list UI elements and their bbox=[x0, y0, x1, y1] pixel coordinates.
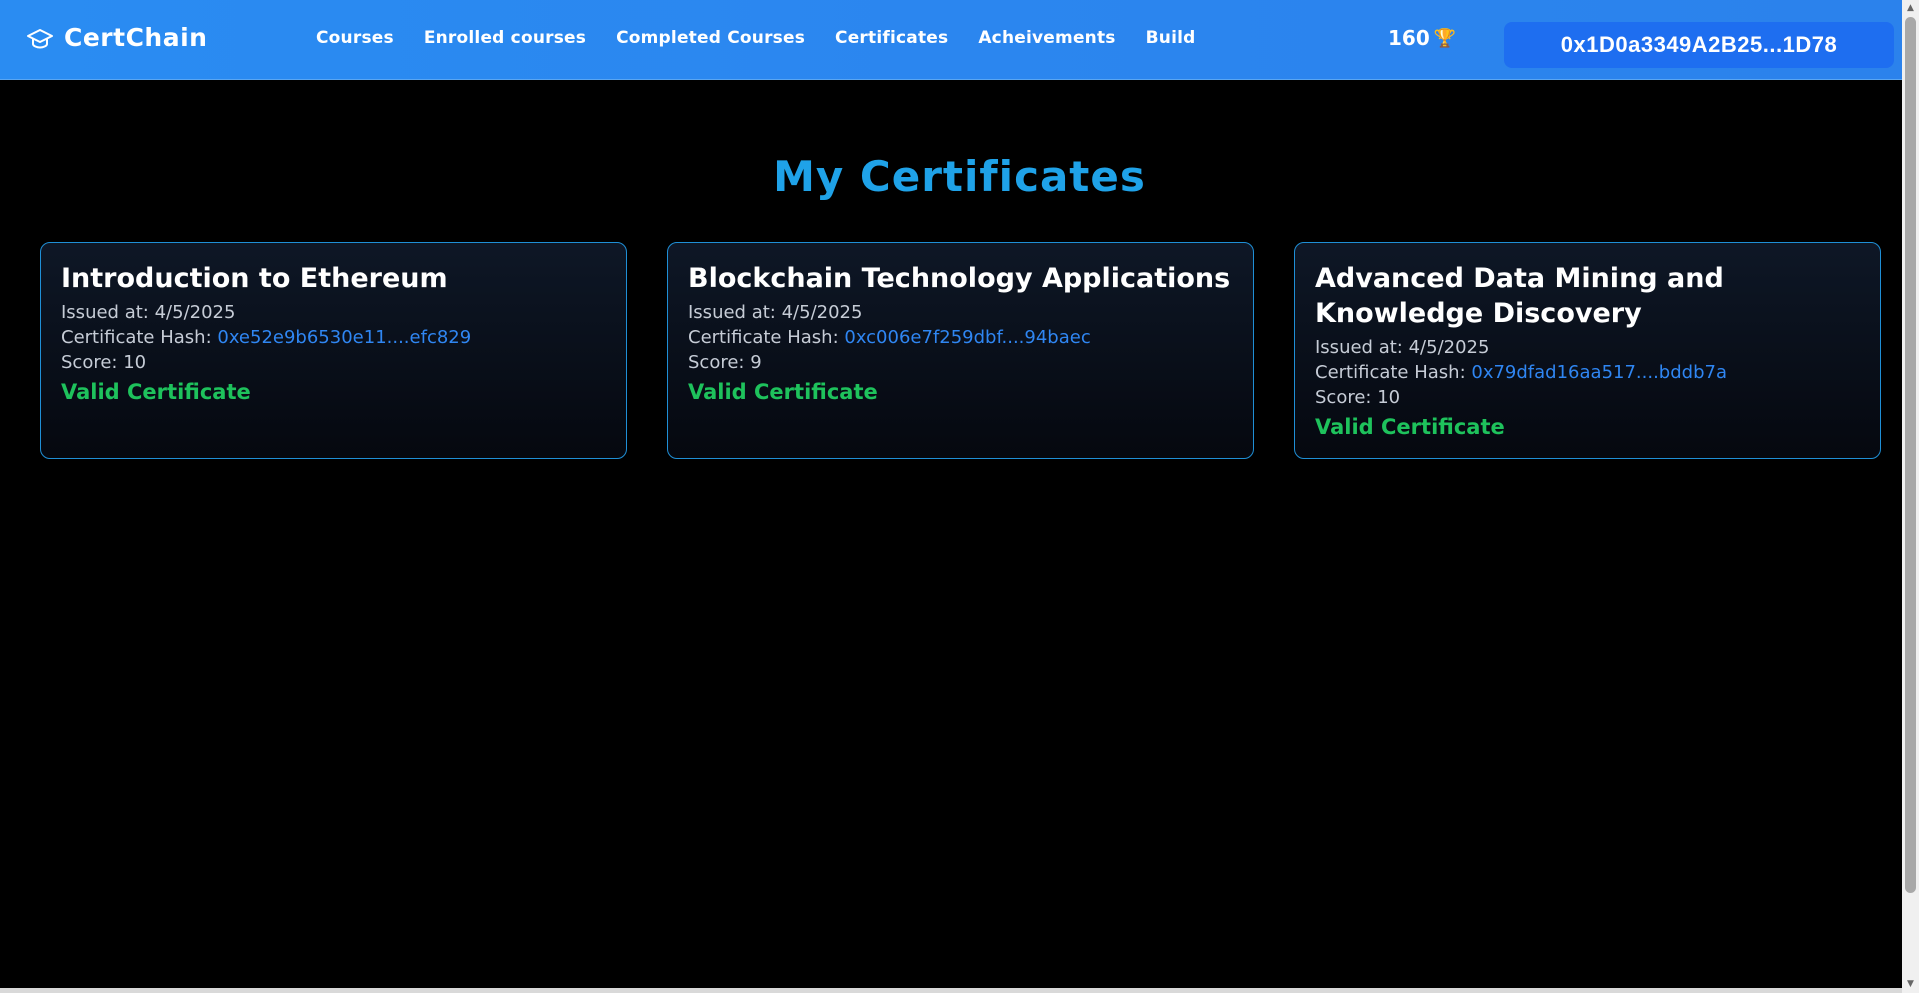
trophy-icon: 🏆 bbox=[1433, 27, 1457, 49]
certificate-title: Blockchain Technology Applications bbox=[688, 263, 1231, 294]
score-line: Score: 10 bbox=[61, 350, 606, 375]
certificate-card: Introduction to Ethereum Issued at: 4/5/… bbox=[40, 242, 627, 459]
score-label: Score: bbox=[688, 352, 745, 373]
nav-link-courses[interactable]: Courses bbox=[316, 28, 394, 48]
score-value: 9 bbox=[750, 352, 762, 373]
nav-link-build[interactable]: Build bbox=[1146, 28, 1196, 48]
certificate-hash-link[interactable]: 0xe52e9b6530e11....efc829 bbox=[217, 327, 471, 348]
valid-status: Valid Certificate bbox=[688, 380, 878, 404]
issued-label: Issued at: bbox=[688, 302, 776, 323]
nav-link-completed-courses[interactable]: Completed Courses bbox=[616, 28, 805, 48]
score-line: Score: 9 bbox=[688, 350, 1233, 375]
score-line: Score: 10 bbox=[1315, 385, 1860, 410]
issued-date-line: Issued at: 4/5/2025 bbox=[1315, 335, 1860, 360]
nav-link-certificates[interactable]: Certificates bbox=[835, 28, 948, 48]
score-value: 10 bbox=[123, 352, 147, 373]
wallet-address-button[interactable]: 0x1D0a3349A2B25...1D78 bbox=[1504, 22, 1894, 68]
scrollbar-thumb[interactable] bbox=[1905, 17, 1916, 893]
scroll-up-arrow-icon[interactable]: ▲ bbox=[1902, 0, 1919, 17]
certificate-hash-line: Certificate Hash: 0xc006e7f259dbf....94b… bbox=[688, 325, 1233, 350]
score-value: 10 bbox=[1377, 387, 1401, 408]
valid-status: Valid Certificate bbox=[61, 380, 251, 404]
page-title: My Certificates bbox=[773, 152, 1146, 201]
nav-link-enrolled-courses[interactable]: Enrolled courses bbox=[424, 28, 586, 48]
issued-date-line: Issued at: 4/5/2025 bbox=[61, 300, 606, 325]
brand[interactable]: CertChain bbox=[26, 23, 207, 52]
graduation-cap-icon bbox=[26, 24, 54, 52]
issued-label: Issued at: bbox=[61, 302, 149, 323]
valid-status: Valid Certificate bbox=[1315, 415, 1505, 439]
issued-date: 4/5/2025 bbox=[154, 302, 236, 323]
issued-label: Issued at: bbox=[1315, 337, 1403, 358]
certificate-title: Introduction to Ethereum bbox=[61, 263, 448, 294]
hash-label: Certificate Hash: bbox=[61, 327, 212, 348]
certificate-title: Advanced Data Mining and Knowledge Disco… bbox=[1315, 263, 1724, 329]
navbar: CertChain Courses Enrolled courses Compl… bbox=[0, 0, 1902, 80]
certificate-card: Advanced Data Mining and Knowledge Disco… bbox=[1294, 242, 1881, 459]
brand-name: CertChain bbox=[64, 23, 208, 52]
hash-label: Certificate Hash: bbox=[1315, 362, 1466, 383]
window-bottom-edge bbox=[0, 988, 1902, 993]
issued-date-line: Issued at: 4/5/2025 bbox=[688, 300, 1233, 325]
certificate-hash-link[interactable]: 0xc006e7f259dbf....94baec bbox=[844, 327, 1090, 348]
hash-label: Certificate Hash: bbox=[688, 327, 839, 348]
certificate-card: Blockchain Technology Applications Issue… bbox=[667, 242, 1254, 459]
score-label: Score: bbox=[61, 352, 118, 373]
certificate-hash-link[interactable]: 0x79dfad16aa517....bddb7a bbox=[1471, 362, 1727, 383]
issued-date: 4/5/2025 bbox=[781, 302, 863, 323]
nav-links: Courses Enrolled courses Completed Cours… bbox=[316, 28, 1196, 48]
vertical-scrollbar[interactable]: ▲ ▼ bbox=[1902, 0, 1919, 993]
points-display: 160 🏆 bbox=[1388, 26, 1456, 50]
scroll-down-arrow-icon[interactable]: ▼ bbox=[1902, 976, 1919, 993]
issued-date: 4/5/2025 bbox=[1408, 337, 1490, 358]
points-value: 160 bbox=[1388, 26, 1430, 50]
score-label: Score: bbox=[1315, 387, 1372, 408]
certificate-hash-line: Certificate Hash: 0x79dfad16aa517....bdd… bbox=[1315, 360, 1860, 385]
certificate-list: Introduction to Ethereum Issued at: 4/5/… bbox=[40, 242, 1881, 459]
nav-link-achievements[interactable]: Acheivements bbox=[978, 28, 1115, 48]
certificate-hash-line: Certificate Hash: 0xe52e9b6530e11....efc… bbox=[61, 325, 606, 350]
app-viewport: CertChain Courses Enrolled courses Compl… bbox=[0, 0, 1902, 993]
